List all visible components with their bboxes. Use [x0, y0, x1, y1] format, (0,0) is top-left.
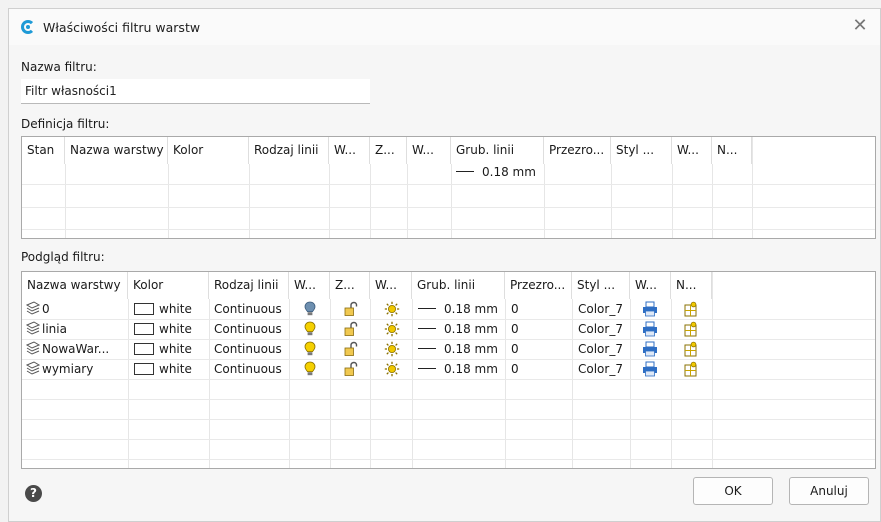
layer-stack-icon [26, 321, 40, 335]
layer-plot-style-cell[interactable]: Color_7 [578, 339, 623, 359]
layer-transparency-cell[interactable]: 0 [511, 299, 519, 319]
layer-filter-properties-dialog: Właściwości filtru warstw ✕ Nazwa filtru… [8, 8, 881, 522]
printer-icon[interactable] [642, 361, 658, 377]
padlock-open-icon[interactable] [343, 301, 359, 317]
lightbulb-on-icon[interactable] [302, 321, 318, 337]
layer-lineweight-cell[interactable]: 0.18 mm [418, 299, 498, 319]
layer-stack-icon [26, 341, 40, 355]
prev-col-lineweight[interactable]: Grub. linii [412, 272, 505, 299]
prev-col-new-vp-freeze[interactable]: N... [671, 272, 712, 299]
filter-name-input[interactable] [21, 79, 370, 104]
color-swatch [134, 343, 154, 355]
sun-thawed-icon[interactable] [384, 341, 400, 357]
layer-color-cell[interactable]: white [134, 339, 192, 359]
dialog-title: Właściwości filtru warstw [43, 20, 201, 35]
def-col-color[interactable]: Kolor [168, 137, 249, 164]
app-logo-icon [21, 20, 35, 34]
lineweight-line-icon [418, 348, 436, 349]
def-col-freeze[interactable]: W... [407, 137, 451, 164]
layer-plot-style-cell[interactable]: Color_7 [578, 299, 623, 319]
layer-plot-style-cell[interactable]: Color_7 [578, 319, 623, 339]
layer-stack-icon [26, 301, 40, 315]
prev-col-lock[interactable]: Z... [330, 272, 370, 299]
layer-name-cell: NowaWar... [26, 339, 109, 359]
layer-stack-icon [26, 361, 40, 375]
def-col-lineweight[interactable]: Grub. linii [451, 137, 544, 164]
padlock-open-icon[interactable] [343, 321, 359, 337]
def-col-layer-name[interactable]: Nazwa warstwy [65, 137, 168, 164]
def-col-state[interactable]: Stan [22, 137, 65, 164]
filter-preview-label: Podgląd filtru: [21, 250, 105, 264]
viewport-freeze-icon[interactable] [683, 361, 699, 377]
printer-icon[interactable] [642, 301, 658, 317]
prev-col-color[interactable]: Kolor [128, 272, 209, 299]
lineweight-line-icon [418, 368, 436, 369]
layer-lineweight-cell[interactable]: 0.18 mm [418, 359, 498, 379]
layer-name-cell: linia [26, 319, 67, 339]
layer-color-cell[interactable]: white [134, 299, 192, 319]
sun-thawed-icon[interactable] [384, 321, 400, 337]
prev-col-plot[interactable]: W... [630, 272, 671, 299]
def-lineweight-value: 0.18 mm [482, 165, 536, 179]
prev-col-freeze[interactable]: W... [370, 272, 412, 299]
sun-thawed-icon[interactable] [384, 361, 400, 377]
padlock-open-icon[interactable] [343, 361, 359, 377]
lightbulb-on-icon[interactable] [302, 361, 318, 377]
layer-linetype-cell[interactable]: Continuous [214, 359, 282, 379]
help-icon[interactable]: ? [25, 485, 42, 502]
ok-button[interactable]: OK [693, 477, 773, 505]
sun-thawed-icon[interactable] [384, 301, 400, 317]
def-col-transparency[interactable]: Przezro... [544, 137, 611, 164]
layer-linetype-cell[interactable]: Continuous [214, 319, 282, 339]
color-swatch [134, 363, 154, 375]
def-col-new-vp-freeze[interactable]: N... [712, 137, 752, 164]
def-col-linetype[interactable]: Rodzaj linii [249, 137, 329, 164]
layer-linetype-cell[interactable]: Continuous [214, 299, 282, 319]
printer-icon[interactable] [642, 321, 658, 337]
viewport-freeze-icon[interactable] [683, 301, 699, 317]
layer-color-cell[interactable]: white [134, 319, 192, 339]
color-swatch [134, 303, 154, 315]
layer-lineweight-cell[interactable]: 0.18 mm [418, 319, 498, 339]
viewport-freeze-icon[interactable] [683, 321, 699, 337]
prev-col-linetype[interactable]: Rodzaj linii [209, 272, 289, 299]
filter-name-label: Nazwa filtru: [21, 60, 97, 74]
layer-linetype-cell[interactable]: Continuous [214, 339, 282, 359]
def-col-lock[interactable]: Z... [370, 137, 407, 164]
prev-col-visible[interactable]: W... [289, 272, 330, 299]
def-col-visible[interactable]: W... [329, 137, 370, 164]
prev-col-plot-style[interactable]: Styl ... [572, 272, 630, 299]
def-col-plot[interactable]: W... [672, 137, 712, 164]
layer-lineweight-cell[interactable]: 0.18 mm [418, 339, 498, 359]
layer-name-cell: 0 [26, 299, 50, 319]
filter-definition-label: Definicja filtru: [21, 117, 110, 131]
color-swatch [134, 323, 154, 335]
lineweight-line-icon [418, 308, 436, 309]
prev-col-layer-name[interactable]: Nazwa warstwy [22, 272, 128, 299]
def-col-plot-style[interactable]: Styl ... [611, 137, 672, 164]
filter-preview-grid[interactable]: Nazwa warstwy Kolor Rodzaj linii W... Z.… [21, 271, 876, 469]
layer-transparency-cell[interactable]: 0 [511, 319, 519, 339]
layer-color-cell[interactable]: white [134, 359, 192, 379]
def-lineweight-cell[interactable]: 0.18 mm [456, 162, 536, 182]
layer-transparency-cell[interactable]: 0 [511, 359, 519, 379]
lineweight-line-icon [418, 328, 436, 329]
padlock-open-icon[interactable] [343, 341, 359, 357]
layer-transparency-cell[interactable]: 0 [511, 339, 519, 359]
cancel-button[interactable]: Anuluj [789, 477, 869, 505]
viewport-freeze-icon[interactable] [683, 341, 699, 357]
printer-icon[interactable] [642, 341, 658, 357]
lightbulb-off-icon[interactable] [302, 301, 318, 317]
filter-definition-grid[interactable]: Stan Nazwa warstwy Kolor Rodzaj linii W.… [21, 136, 876, 239]
title-bar: Właściwości filtru warstw ✕ [9, 9, 880, 45]
close-button[interactable]: ✕ [850, 17, 870, 37]
lineweight-line-icon [456, 171, 474, 172]
layer-name-cell: wymiary [26, 359, 93, 379]
lightbulb-on-icon[interactable] [302, 341, 318, 357]
prev-col-transparency[interactable]: Przezro... [505, 272, 572, 299]
layer-plot-style-cell[interactable]: Color_7 [578, 359, 623, 379]
